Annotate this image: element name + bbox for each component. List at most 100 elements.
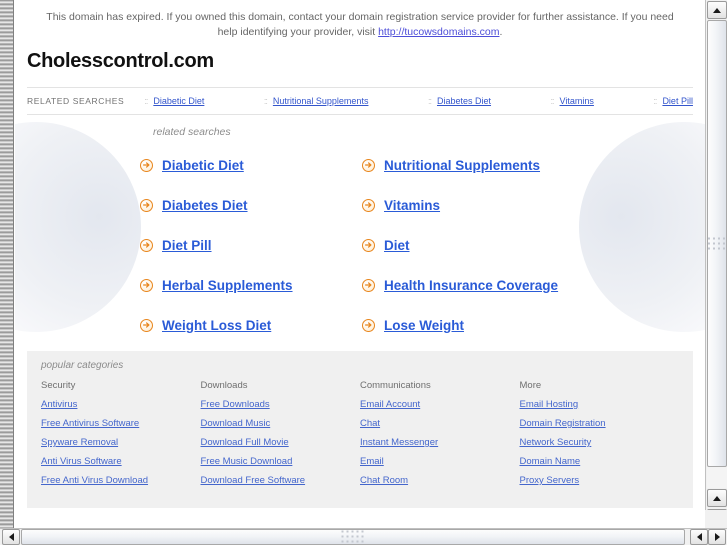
category-link-network-security[interactable]: Network Security xyxy=(520,437,680,448)
scroll-up-button-secondary[interactable] xyxy=(707,489,727,507)
category-link-free-antivirus-software[interactable]: Free Antivirus Software xyxy=(41,418,201,429)
category-link-proxy-servers[interactable]: Proxy Servers xyxy=(520,475,680,486)
separator-icon: :: xyxy=(144,96,148,106)
arrow-up-icon xyxy=(713,495,721,501)
separator-icon: :: xyxy=(653,96,657,106)
arrow-circle-icon xyxy=(140,238,153,252)
rs-link-diet-pill[interactable]: Diet Pill xyxy=(662,96,693,106)
vertical-scrollbar[interactable] xyxy=(705,0,727,528)
link-vitamins[interactable]: Vitamins xyxy=(384,198,440,213)
horizontal-scrollbar-thumb[interactable] xyxy=(21,529,685,545)
category-link-chat-room[interactable]: Chat Room xyxy=(360,475,520,486)
arrow-left-icon xyxy=(696,533,702,541)
rs-cell: :: Diabetic Diet xyxy=(138,96,204,106)
category-link-instant-messenger[interactable]: Instant Messenger xyxy=(360,437,520,448)
rs-link-diabetic-diet[interactable]: Diabetic Diet xyxy=(153,96,204,106)
scrollbar-corner xyxy=(705,510,727,528)
separator-icon: :: xyxy=(263,96,268,106)
category-link-email-hosting[interactable]: Email Hosting xyxy=(520,399,680,410)
rs-cell: :: Vitamins xyxy=(545,96,594,106)
popular-categories-heading: popular categories xyxy=(41,360,124,371)
category-title: More xyxy=(519,380,542,391)
category-link-email[interactable]: Email xyxy=(360,456,520,467)
list-item[interactable]: Nutritional Supplements xyxy=(362,145,622,185)
link-diet[interactable]: Diet xyxy=(384,238,410,253)
domain-expiry-notice: This domain has expired. If you owned th… xyxy=(15,0,705,44)
category-link-antivirus[interactable]: Antivirus xyxy=(41,399,201,410)
category-link-spyware-removal[interactable]: Spyware Removal xyxy=(41,437,201,448)
expiry-notice-text-before: This domain has expired. If you owned th… xyxy=(46,11,674,38)
related-searches-section: related searches Diabetic Diet Diabetes … xyxy=(15,119,705,337)
rs-cell: :: Diet Pill xyxy=(647,96,693,106)
arrow-circle-icon xyxy=(362,238,375,252)
rs-link-vitamins[interactable]: Vitamins xyxy=(560,96,594,106)
popular-categories-columns: Security Antivirus Free Antivirus Softwa… xyxy=(41,380,679,494)
web-page: This domain has expired. If you owned th… xyxy=(15,0,705,508)
list-item[interactable]: Diabetes Diet xyxy=(140,185,362,225)
left-edge-texture xyxy=(0,0,14,528)
horizontal-scrollbar[interactable] xyxy=(0,528,727,545)
related-searches-links: related searches Diabetic Diet Diabetes … xyxy=(15,126,705,337)
list-item[interactable]: Diet Pill xyxy=(140,225,362,265)
list-item[interactable]: Herbal Supplements xyxy=(140,265,362,305)
list-item[interactable]: Health Insurance Coverage xyxy=(362,265,622,305)
rs-link-nutritional-supplements[interactable]: Nutritional Supplements xyxy=(273,96,369,106)
related-searches-bar-label: RELATED SEARCHES xyxy=(27,96,125,106)
scroll-up-button[interactable] xyxy=(707,1,727,19)
category-link-download-free-software[interactable]: Download Free Software xyxy=(201,475,361,486)
category-link-free-music-download[interactable]: Free Music Download xyxy=(201,456,361,467)
popular-category-security: Security Antivirus Free Antivirus Softwa… xyxy=(41,380,201,494)
scroll-left-button[interactable] xyxy=(2,529,20,545)
link-herbal-supplements[interactable]: Herbal Supplements xyxy=(162,278,293,293)
scroll-right-button-secondary[interactable] xyxy=(708,529,726,545)
vertical-scrollbar-thumb[interactable] xyxy=(707,20,727,467)
category-link-download-full-movie[interactable]: Download Full Movie xyxy=(201,437,361,448)
list-item[interactable]: Diet xyxy=(362,225,622,265)
rs-cell: :: Nutritional Supplements xyxy=(258,96,369,106)
arrow-circle-icon xyxy=(362,278,375,292)
rs-link-diabetes-diet[interactable]: Diabetes Diet xyxy=(437,96,491,106)
scroll-right-button[interactable] xyxy=(690,529,708,545)
tucowsdomains-link[interactable]: http://tucowsdomains.com xyxy=(378,26,499,38)
category-title: Security xyxy=(41,380,76,391)
browser-window: This domain has expired. If you owned th… xyxy=(0,0,727,545)
link-nutritional-supplements[interactable]: Nutritional Supplements xyxy=(384,158,540,173)
link-health-insurance-coverage[interactable]: Health Insurance Coverage xyxy=(384,278,558,293)
arrow-up-icon xyxy=(713,7,721,13)
category-link-free-anti-virus-download[interactable]: Free Anti Virus Download xyxy=(41,475,201,486)
related-searches-columns: Diabetic Diet Diabetes Diet Diet Pill He… xyxy=(140,145,705,337)
category-link-free-downloads[interactable]: Free Downloads xyxy=(201,399,361,410)
popular-category-downloads: Downloads Free Downloads Download Music … xyxy=(201,380,361,494)
related-searches-column-2: Nutritional Supplements Vitamins Diet He… xyxy=(362,145,622,337)
related-searches-column-1: Diabetic Diet Diabetes Diet Diet Pill He… xyxy=(140,145,362,337)
grip-dots-icon xyxy=(708,237,726,250)
link-weight-loss-diet[interactable]: Weight Loss Diet xyxy=(162,318,271,333)
expiry-notice-text-after: . xyxy=(499,26,503,38)
separator-icon: :: xyxy=(427,96,432,106)
category-link-domain-name[interactable]: Domain Name xyxy=(520,456,680,467)
category-link-download-music[interactable]: Download Music xyxy=(201,418,361,429)
arrow-right-icon xyxy=(714,533,720,541)
link-diet-pill[interactable]: Diet Pill xyxy=(162,238,212,253)
category-title: Communications xyxy=(360,380,431,391)
list-item[interactable]: Vitamins xyxy=(362,185,622,225)
category-title: Downloads xyxy=(200,380,248,391)
list-item[interactable]: Diabetic Diet xyxy=(140,145,362,185)
page-viewport: This domain has expired. If you owned th… xyxy=(15,0,705,528)
category-link-chat[interactable]: Chat xyxy=(360,418,520,429)
arrow-circle-icon xyxy=(362,158,375,172)
category-link-email-account[interactable]: Email Account xyxy=(360,399,520,410)
category-link-anti-virus-software[interactable]: Anti Virus Software xyxy=(41,456,201,467)
link-diabetic-diet[interactable]: Diabetic Diet xyxy=(162,158,244,173)
category-link-domain-registration[interactable]: Domain Registration xyxy=(520,418,680,429)
list-item[interactable]: Weight Loss Diet xyxy=(140,305,362,337)
arrow-circle-icon xyxy=(140,318,153,332)
list-item[interactable]: Lose Weight xyxy=(362,305,622,337)
related-searches-bar-items: :: Diabetic Diet :: Nutritional Suppleme… xyxy=(138,96,693,106)
link-lose-weight[interactable]: Lose Weight xyxy=(384,318,464,333)
popular-categories-panel: popular categories Security Antivirus Fr… xyxy=(27,351,693,508)
arrow-circle-icon xyxy=(140,198,153,212)
link-diabetes-diet[interactable]: Diabetes Diet xyxy=(162,198,248,213)
arrow-circle-icon xyxy=(140,158,153,172)
arrow-circle-icon xyxy=(362,198,375,212)
